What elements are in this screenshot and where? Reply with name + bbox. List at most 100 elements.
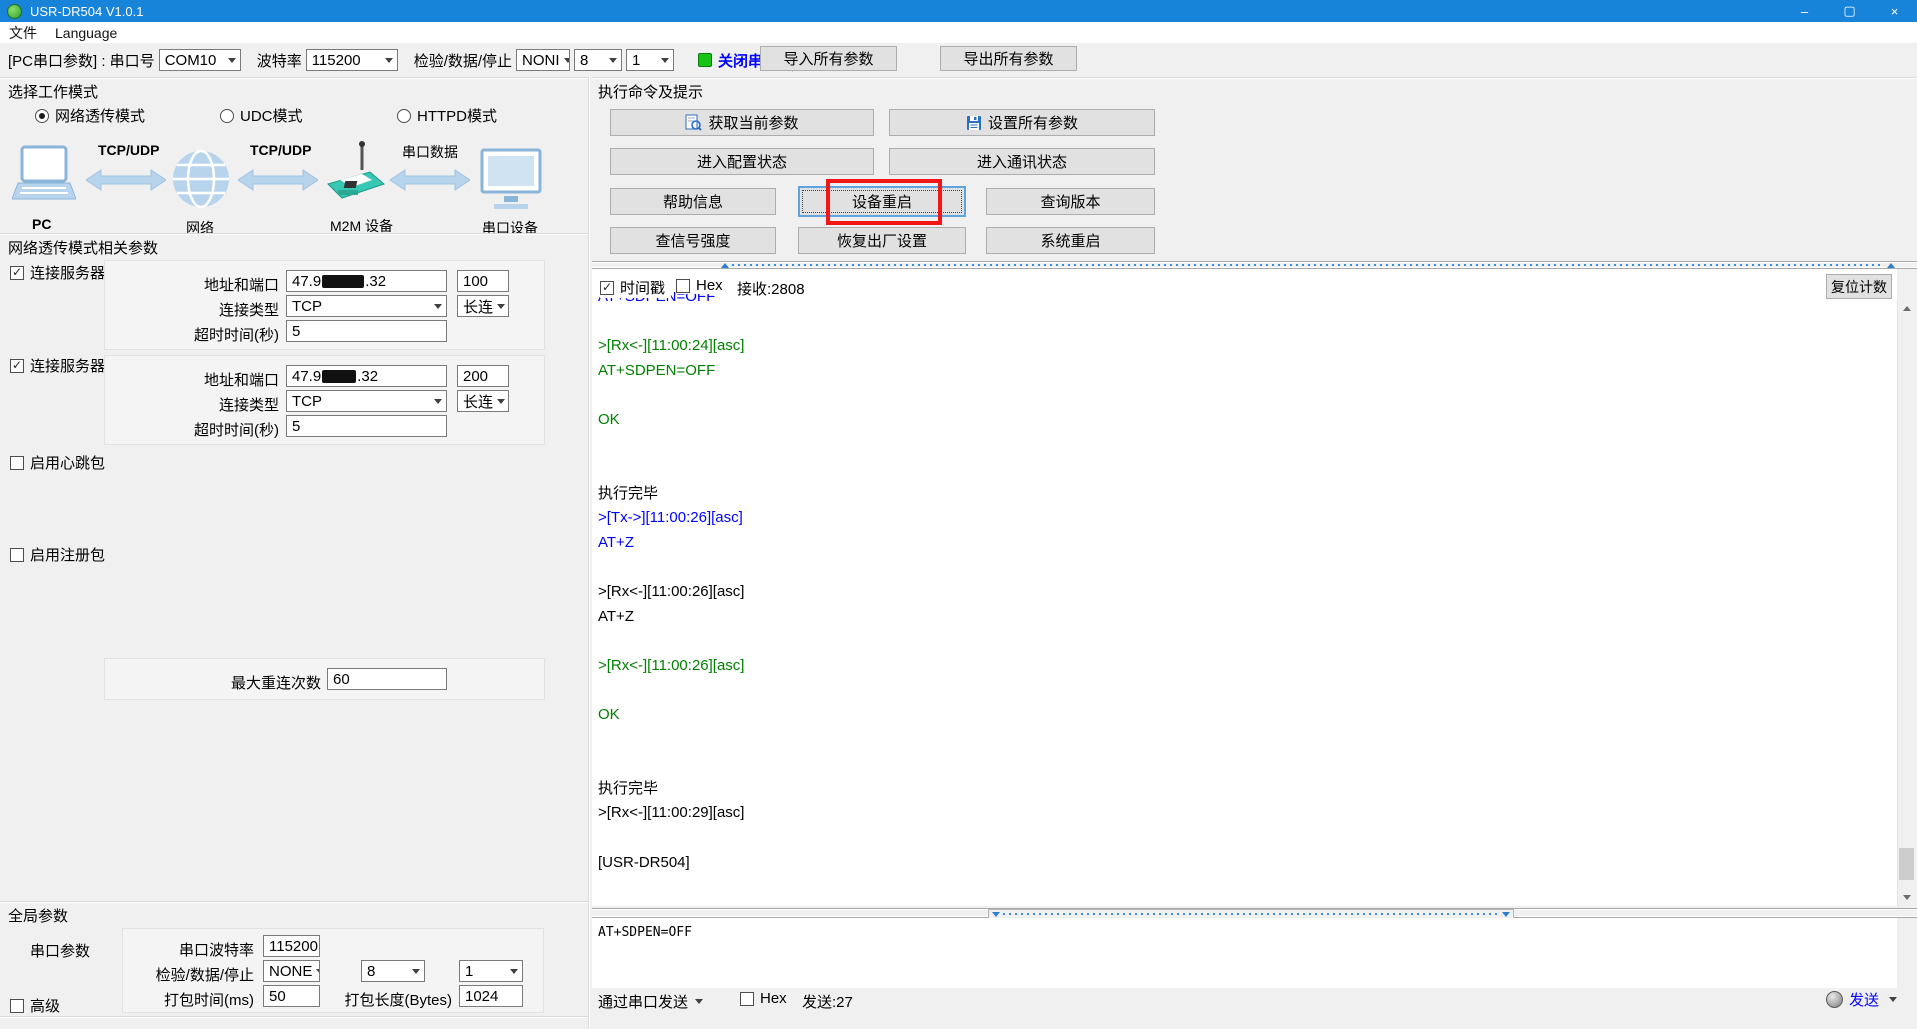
server-a-address-input[interactable]: 47.9.32 — [286, 270, 447, 292]
reconnect-group: 最大重连次数 60 — [104, 658, 545, 700]
checkbox-icon — [740, 992, 754, 1006]
chevron-down-icon — [385, 58, 393, 63]
scroll-up-button[interactable] — [1898, 300, 1915, 317]
chevron-down-icon — [661, 58, 669, 63]
menu-file[interactable]: 文件 — [0, 22, 46, 44]
scroll-down-button[interactable] — [1898, 889, 1915, 906]
timeout-label: 超时时间(秒) — [194, 324, 279, 345]
server-a-timeout-input[interactable]: 5 — [286, 320, 447, 342]
global-parity-select[interactable]: NONE — [263, 960, 320, 982]
link1-label: TCP/UDP — [98, 142, 159, 158]
log-line: >[Rx<-][11:00:26][asc] — [598, 654, 1897, 679]
stopbits-select[interactable]: 1 — [626, 49, 674, 71]
send-hex-checkbox[interactable]: Hex — [740, 990, 787, 1007]
packtime-input[interactable]: 50 — [263, 985, 320, 1007]
query-version-button[interactable]: 查询版本 — [986, 188, 1155, 215]
export-all-params-button[interactable]: 导出所有参数 — [940, 46, 1077, 71]
checkbox-icon — [10, 266, 24, 280]
reconnect-input[interactable]: 60 — [327, 668, 447, 690]
enter-config-button[interactable]: 进入配置状态 — [610, 148, 874, 175]
maximize-button[interactable]: ▢ — [1827, 0, 1872, 22]
log-line: 执行完毕 — [598, 482, 1897, 507]
scrollbar-thumb[interactable] — [1899, 848, 1914, 880]
parity-select[interactable]: NONI — [516, 49, 570, 71]
arrow-icon — [238, 168, 318, 192]
menu-language[interactable]: Language — [46, 22, 126, 44]
arrow-icon — [86, 168, 166, 192]
log-line — [598, 679, 1897, 704]
set-params-button[interactable]: 设置所有参数 — [889, 109, 1155, 136]
arrow-icon — [390, 168, 470, 192]
server-b-address-input[interactable]: 47.9.32 — [286, 365, 447, 387]
factory-reset-button[interactable]: 恢复出厂设置 — [798, 227, 966, 254]
reset-counter-button[interactable]: 复位计数 — [1826, 274, 1892, 299]
baud-select[interactable]: 115200 — [306, 49, 398, 71]
log-vertical-scrollbar[interactable] — [1897, 300, 1914, 906]
server-b-timeout-input[interactable]: 5 — [286, 415, 447, 437]
log-output-area[interactable]: AT+SDPEN=OFF >[Rx<-][11:00:24][asc] AT+S… — [592, 269, 1897, 906]
radio-mode-httpd[interactable]: HTTPD模式 — [397, 105, 497, 126]
node-serial-label: 串口设备 — [482, 218, 538, 238]
server-a-type-select[interactable]: TCP — [286, 295, 447, 317]
chevron-down-icon — [228, 58, 236, 63]
help-info-button[interactable]: 帮助信息 — [610, 188, 776, 215]
redaction-mark — [322, 275, 364, 288]
serial-device-monitor-icon — [480, 148, 542, 212]
doc-magnifier-icon — [685, 114, 702, 131]
splitter-arrow-icon — [721, 263, 729, 268]
splitter-arrow-icon — [1502, 912, 1510, 917]
server-a-checkbox[interactable]: 连接服务器A — [10, 262, 115, 283]
heartbeat-checkbox[interactable]: 启用心跳包 — [10, 452, 105, 473]
server-b-checkbox[interactable]: 连接服务器B — [10, 355, 115, 376]
log-line — [598, 752, 1897, 777]
chevron-down-icon — [434, 399, 442, 404]
minimize-button[interactable]: – — [1782, 0, 1827, 22]
global-databits-select[interactable]: 8 — [361, 960, 425, 982]
global-baud-select[interactable]: 115200 — [263, 935, 320, 957]
splitter-grip — [732, 264, 1884, 266]
serial-open-indicator-icon — [698, 53, 712, 67]
chevron-down-icon — [497, 399, 505, 404]
timestamp-checkbox[interactable]: 时间戳 — [600, 277, 671, 298]
checkbox-icon — [10, 548, 24, 562]
log-line — [598, 310, 1897, 335]
get-params-button[interactable]: 获取当前参数 — [610, 109, 874, 136]
close-button[interactable]: × — [1872, 0, 1917, 22]
radio-mode-udc[interactable]: UDC模式 — [220, 105, 303, 126]
server-b-type-select[interactable]: TCP — [286, 390, 447, 412]
enter-comm-button[interactable]: 进入通讯状态 — [889, 148, 1155, 175]
splitter-arrow-icon — [992, 912, 1000, 917]
send-text-area[interactable]: AT+SDPEN=OFF — [592, 918, 1897, 988]
chevron-down-icon — [695, 999, 703, 1004]
system-reboot-button[interactable]: 系统重启 — [986, 227, 1155, 254]
server-b-port-input[interactable]: 200 — [457, 365, 509, 387]
signal-strength-button[interactable]: 查信号强度 — [610, 227, 776, 254]
send-via-dropdown[interactable]: 通过串口发送 — [598, 991, 703, 1012]
packlen-input[interactable]: 1024 — [459, 985, 523, 1007]
advanced-checkbox[interactable]: 高级 — [10, 995, 60, 1016]
send-button[interactable]: 发送 — [1826, 989, 1897, 1010]
serial-group-label: 串口参数 — [30, 940, 90, 961]
addr-label: 地址和端口 — [204, 369, 279, 390]
regpack-checkbox[interactable]: 启用注册包 — [10, 544, 105, 565]
parity-label: 检验/数据/停止 — [414, 50, 512, 71]
checkbox-icon — [10, 999, 24, 1013]
import-all-params-button[interactable]: 导入所有参数 — [760, 46, 897, 71]
device-reboot-button[interactable]: 设备重启 — [798, 186, 966, 217]
global-stopbits-select[interactable]: 1 — [459, 960, 523, 982]
splitter-grip — [1003, 913, 1499, 915]
server-b-connmode-select[interactable]: 长连 — [457, 390, 509, 412]
log-line — [598, 728, 1897, 753]
log-hex-checkbox[interactable]: Hex — [676, 277, 729, 294]
log-line: AT+Z — [598, 531, 1897, 556]
log-splitter-top[interactable] — [592, 261, 1917, 269]
databits-select[interactable]: 8 — [574, 49, 622, 71]
log-line: >[Tx->][11:00:26][asc] — [598, 506, 1897, 531]
log-line — [598, 556, 1897, 581]
m2m-device-icon — [324, 140, 386, 212]
com-port-select[interactable]: COM10 — [159, 49, 241, 71]
log-splitter-bottom[interactable] — [592, 908, 1917, 918]
radio-mode-net[interactable]: 网络透传模式 — [35, 105, 145, 126]
server-a-port-input[interactable]: 100 — [457, 270, 509, 292]
server-a-connmode-select[interactable]: 长连 — [457, 295, 509, 317]
